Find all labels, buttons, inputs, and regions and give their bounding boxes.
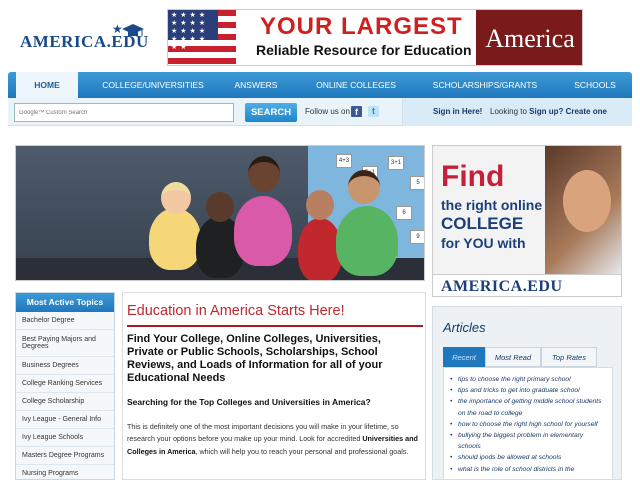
sign-up-text: Looking to Sign up? Create one — [490, 107, 607, 116]
banner-america: America — [476, 10, 582, 65]
main-heading: Find Your College, Online Colleges, Univ… — [127, 333, 383, 384]
topic-item[interactable]: Business Degrees — [16, 357, 114, 375]
child-head — [206, 192, 234, 222]
top-banner-ad[interactable]: ★★★★★★★★★★★★★★★★★★ YOUR LARGEST Reliable… — [167, 9, 583, 66]
topic-item[interactable]: Ivy League Schools — [16, 429, 114, 447]
intro-text-end: , which will help you to reach your pers… — [195, 446, 409, 456]
ad-person-face — [563, 170, 611, 232]
main-content: Education in America Starts Here! Find Y… — [122, 292, 426, 480]
page-title: Education in America Starts Here! — [127, 303, 345, 319]
nav-schools[interactable]: SCHOOLS — [564, 72, 626, 98]
article-link[interactable]: the importance of getting middle school … — [450, 396, 606, 418]
banner-headline: YOUR LARGEST — [260, 13, 463, 40]
banner-subline: Reliable Resource for Education in — [256, 42, 488, 58]
article-link[interactable]: what is the role of school districts in … — [450, 464, 606, 475]
topic-item[interactable]: Ivy League - General Info — [16, 411, 114, 429]
math-card: 6 — [396, 206, 412, 220]
search-button[interactable]: SEARCH — [245, 103, 297, 122]
main-subheading: Searching for the Top Colleges and Unive… — [127, 397, 371, 407]
nav-home[interactable]: HOME — [16, 72, 78, 98]
topic-item[interactable]: College Scholarship — [16, 393, 114, 411]
follow-us-label: Follow us on — [305, 107, 350, 116]
nav-online-colleges[interactable]: ONLINE COLLEGES — [306, 72, 406, 98]
articles-title: Articles — [443, 320, 486, 335]
sidebar-title: Most Active Topics — [16, 293, 114, 312]
most-active-topics: Most Active Topics Bachelor Degree Best … — [15, 292, 115, 480]
sign-in-link[interactable]: Sign in Here! — [433, 107, 482, 116]
topic-item[interactable]: Nursing Programs — [16, 465, 114, 479]
nav-college-universities[interactable]: COLLEGE/UNIVERSITIES — [86, 72, 220, 98]
main-nav: HOME COLLEGE/UNIVERSITIES ANSWERS ONLINE… — [8, 72, 632, 98]
ad-domain: AMERICA.EDU — [441, 278, 563, 295]
tab-most-read[interactable]: Most Read — [485, 347, 541, 367]
ad-line-4: for YOU with — [441, 235, 526, 251]
facebook-icon[interactable]: f — [351, 106, 362, 117]
child-head — [306, 190, 334, 220]
topic-item[interactable]: College Ranking Services — [16, 375, 114, 393]
tab-recent[interactable]: Recent — [443, 347, 485, 367]
search-bar-row: SEARCH Follow us on f t Sign in Here! Lo… — [8, 98, 632, 126]
topics-list: Bachelor Degree Best Paying Majors and D… — [16, 312, 114, 479]
article-link[interactable]: bullying the biggest problem in elementa… — [450, 430, 606, 452]
intro-text: This is definitely one of the most impor… — [127, 422, 399, 444]
search-input[interactable] — [14, 103, 234, 122]
child-figure — [336, 206, 398, 276]
article-link[interactable]: how to choose the right high school for … — [450, 419, 606, 430]
hero-image: 4+3 5+1 3+1 5 6 7 9 2 — [15, 145, 425, 281]
ad-line-2: the right online — [441, 197, 543, 213]
title-divider — [127, 325, 423, 327]
child-figure — [149, 208, 201, 270]
math-card: 4+3 — [336, 154, 352, 168]
child-head — [248, 156, 280, 192]
nav-answers[interactable]: ANSWERS — [222, 72, 290, 98]
child-head — [161, 182, 191, 214]
topic-item[interactable]: Masters Degree Programs — [16, 447, 114, 465]
articles-panel: Articles Recent Most Read Top Rates tips… — [432, 306, 622, 480]
article-link[interactable]: tips to choose the right primary school — [450, 374, 606, 385]
sign-up-prefix: Looking to — [490, 107, 530, 116]
account-area: Sign in Here! Looking to Sign up? Create… — [402, 98, 632, 126]
articles-list: tips to choose the right primary school … — [443, 367, 613, 479]
child-figure — [234, 196, 292, 266]
math-card: 5 — [410, 176, 424, 190]
tab-top-rates[interactable]: Top Rates — [541, 347, 597, 367]
flag-canton: ★★★★★★★★★★★★★★★★★★ — [168, 10, 218, 51]
site-logo[interactable]: AMERICA.EDU ★ — [18, 22, 148, 52]
sign-up-link[interactable]: Sign up? Create one — [529, 107, 607, 116]
twitter-icon[interactable]: t — [368, 106, 379, 117]
ad-find: Find — [441, 160, 505, 193]
article-link[interactable]: tips and tricks to get into graduate sch… — [450, 385, 606, 396]
nav-scholarships-grants[interactable]: SCHOLARSHIPS/GRANTS — [426, 72, 544, 98]
intro-paragraph: This is definitely one of the most impor… — [127, 421, 423, 458]
articles-tabs: Recent Most Read Top Rates — [443, 347, 615, 367]
child-head — [348, 170, 380, 204]
topic-item[interactable]: Best Paying Majors and Degrees — [16, 330, 114, 357]
graduation-cap-icon — [122, 24, 144, 36]
ad-line-3: COLLEGE — [441, 214, 524, 233]
side-ad[interactable]: Find the right online COLLEGE for YOU wi… — [432, 145, 622, 297]
topic-item[interactable]: Bachelor Degree — [16, 312, 114, 330]
article-link[interactable]: should ipods be allowed at schools — [450, 452, 606, 463]
math-card: 9 — [410, 230, 424, 244]
math-card: 3+1 — [388, 156, 404, 170]
